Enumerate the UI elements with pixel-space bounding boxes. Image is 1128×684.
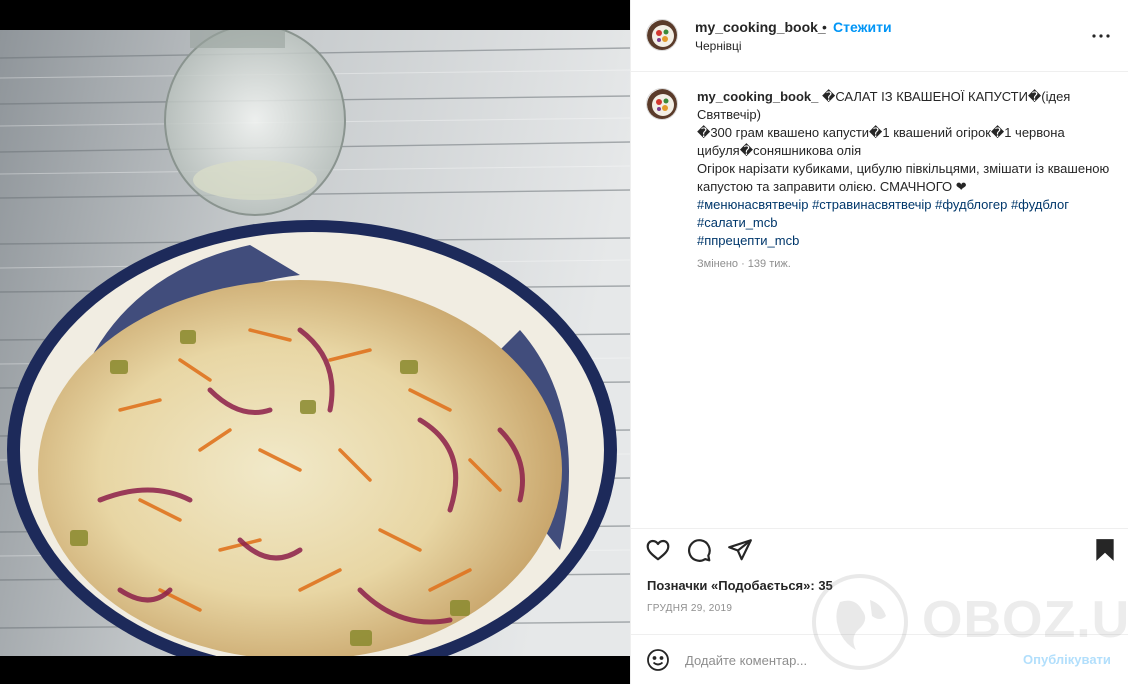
caption-ingredients: �300 грам квашено капусти�1 квашений огі…: [697, 125, 1065, 158]
post-author-username[interactable]: my_cooking_book_: [695, 19, 826, 35]
likes-number: 35: [818, 578, 833, 593]
hashtag-link[interactable]: #менюнасвятвечір: [697, 197, 808, 212]
separator-dot: •: [822, 19, 827, 35]
avatar[interactable]: [646, 19, 678, 51]
caption-avatar[interactable]: [646, 88, 678, 120]
likes-count[interactable]: Позначки «Подобається»: 35: [647, 578, 833, 593]
comment-bar: Опублікувати: [631, 634, 1128, 684]
post-date: ГРУДНЯ 29, 2019: [647, 603, 733, 614]
hashtag-link[interactable]: #салати_mcb: [697, 215, 778, 230]
follow-button[interactable]: Стежити: [833, 19, 892, 35]
hashtag-link[interactable]: #фудблог: [1011, 197, 1069, 212]
post-details-panel: my_cooking_book_ • Стежити Чернівці my_c…: [630, 0, 1128, 684]
more-options-icon[interactable]: [1089, 24, 1113, 48]
post-actions: [631, 528, 1128, 568]
hashtag-link[interactable]: #стравинасвятвечір: [812, 197, 931, 212]
post-photo: [0, 30, 630, 656]
emoji-icon[interactable]: [646, 648, 670, 672]
post-header: my_cooking_book_ • Стежити Чернівці: [631, 0, 1128, 72]
post-media[interactable]: [0, 0, 630, 684]
bookmark-icon[interactable]: [1092, 537, 1118, 563]
publish-button[interactable]: Опублікувати: [1023, 652, 1111, 667]
share-icon[interactable]: [727, 537, 753, 563]
post-caption: my_cooking_book_ �САЛАТ ІЗ КВАШЕНОЇ КАПУ…: [697, 88, 1115, 250]
caption-method: Огірок нарізати кубиками, цибулю півкіль…: [697, 161, 1110, 194]
heart-icon[interactable]: [645, 537, 671, 563]
post-location[interactable]: Чернівці: [695, 39, 742, 53]
comment-icon[interactable]: [686, 537, 712, 563]
likes-label: Позначки «Подобається»:: [647, 578, 815, 593]
comment-input[interactable]: [685, 649, 1005, 671]
caption-section: my_cooking_book_ �САЛАТ ІЗ КВАШЕНОЇ КАПУ…: [631, 72, 1128, 528]
hashtag-link[interactable]: #ппрецепти_mcb: [697, 233, 799, 248]
caption-username[interactable]: my_cooking_book_: [697, 89, 818, 104]
hashtag-link[interactable]: #фудблогер: [935, 197, 1007, 212]
caption-hashtags: #менюнасвятвечір #стравинасвятвечір #фуд…: [697, 196, 1115, 250]
caption-edited-time: Змінено · 139 тиж.: [697, 258, 791, 270]
